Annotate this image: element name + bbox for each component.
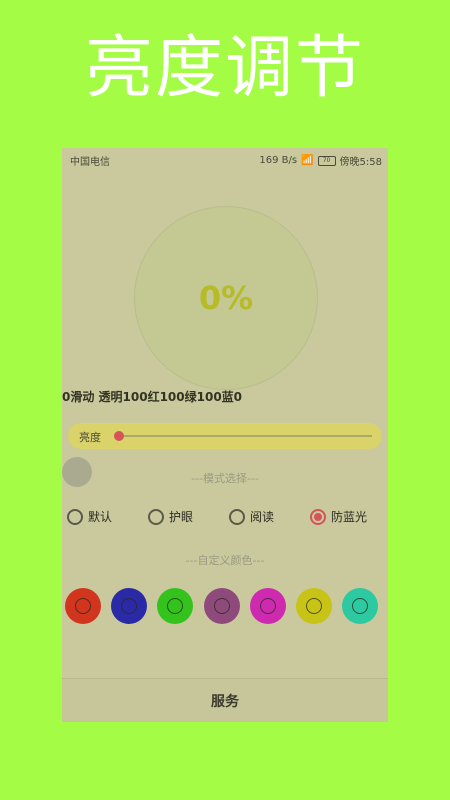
circle-icon — [75, 598, 91, 614]
circle-icon — [306, 598, 322, 614]
circle-icon — [213, 598, 230, 614]
wifi-icon: 📶 — [301, 155, 314, 166]
color-swatch[interactable] — [65, 588, 101, 624]
carrier-label: 中国电信 — [70, 157, 110, 168]
circle-icon — [167, 598, 184, 614]
mode-option-label: 默认 — [88, 510, 113, 524]
brightness-slider[interactable]: 亮度 — [68, 423, 382, 449]
mode-option[interactable]: 护眼 — [148, 508, 193, 525]
circle-icon — [259, 598, 276, 614]
mode-option[interactable]: 默认 — [67, 508, 112, 525]
radio-icon[interactable] — [67, 508, 83, 525]
slider-track[interactable] — [120, 435, 372, 437]
mode-section-title: ---模式选择--- — [191, 472, 259, 485]
color-swatch[interactable] — [203, 588, 240, 624]
color-swatch[interactable] — [111, 588, 148, 624]
color-info-line: 0滑动 透明100红100绿100蓝0 — [62, 390, 243, 404]
circle-icon — [352, 598, 369, 614]
radio-icon[interactable] — [310, 508, 326, 525]
status-right: 169 B/s 📶 70 傍晚5:58 — [259, 153, 382, 168]
service-button[interactable]: 服务 — [62, 678, 388, 722]
radio-icon[interactable] — [229, 508, 245, 525]
color-swatch[interactable] — [157, 588, 194, 624]
color-swatches — [62, 588, 388, 628]
mode-option-label: 护眼 — [169, 510, 194, 524]
slider-thumb[interactable] — [114, 431, 124, 441]
phone-screen: 中国电信 169 B/s 📶 70 傍晚5:58 0% 0滑动 透明100红10… — [62, 148, 388, 722]
service-label: 服务 — [211, 694, 239, 710]
network-speed: 169 B/s — [259, 155, 298, 166]
circle-icon — [121, 598, 138, 614]
color-swatch[interactable] — [296, 588, 332, 624]
brightness-gauge: 0% — [134, 206, 318, 390]
gauge-percent: 0% — [198, 279, 254, 317]
mode-option[interactable]: 阅读 — [229, 508, 274, 525]
clock: 傍晚5:58 — [339, 157, 382, 168]
mode-options: 默认 护眼 阅读 防蓝光 — [62, 508, 388, 530]
color-swatch[interactable] — [342, 588, 379, 624]
mode-option[interactable]: 防蓝光 — [310, 508, 367, 525]
battery-icon: 70 — [317, 155, 336, 166]
brightness-label: 亮度 — [79, 431, 101, 444]
status-bar: 中国电信 169 B/s 📶 70 傍晚5:58 — [62, 148, 388, 170]
mode-option-label: 阅读 — [250, 510, 275, 524]
promo-title: 亮度调节 — [84, 29, 365, 108]
radio-icon[interactable] — [148, 508, 164, 525]
mode-option-label: 防蓝光 — [331, 510, 368, 524]
color-section-title: ---自定义颜色--- — [185, 554, 265, 567]
color-swatch[interactable] — [249, 588, 286, 624]
